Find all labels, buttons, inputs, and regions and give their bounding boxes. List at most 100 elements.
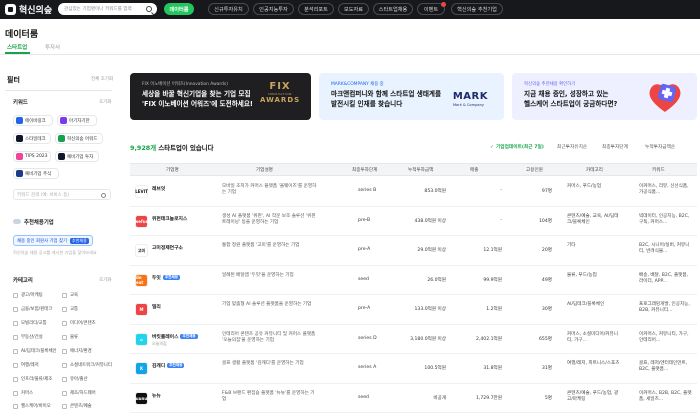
banner-fix-awards[interactable]: FIX 이노베이션 어워즈(Innovation Awards) 세상을 바꿀 … xyxy=(130,73,311,120)
category-reset-button[interactable]: 초기화 xyxy=(99,277,111,283)
col-employees[interactable]: 고용인원 xyxy=(526,167,543,173)
checkbox[interactable] xyxy=(62,403,67,409)
keyword-chip[interactable]: 예비기업 투자 xyxy=(55,151,99,162)
nav-new-investment[interactable]: 신규투자유치 xyxy=(208,3,249,15)
keyword-chip[interactable]: 혁신의숲 어워드 xyxy=(55,133,103,144)
company-name[interactable]: 위펀테크놀로지스 xyxy=(152,215,187,222)
checkbox[interactable] xyxy=(13,320,18,326)
table-row[interactable]: 고미 고미정제연구소 통합 정원 플랫폼 '고미'를 운영하는 기업 pre-A 29.… xyxy=(130,236,697,266)
table-row[interactable]: K 김캐디 추천채용 골프 생활 플랫폼 '김캐디'를 운영하는 기업 series A… xyxy=(130,354,697,384)
category-checkbox[interactable]: 물류 xyxy=(62,334,78,340)
checkbox[interactable] xyxy=(62,334,67,340)
checkbox[interactable] xyxy=(62,320,67,326)
checkbox[interactable] xyxy=(13,292,18,298)
keyword-chip[interactable]: 스타일테크 xyxy=(13,133,51,144)
checkbox[interactable] xyxy=(13,334,18,340)
category-checkbox[interactable]: 미디어/콘텐츠 xyxy=(62,320,96,326)
banner-mark-company[interactable]: MARK&COMPANY 채용 중 마크앤컴퍼니와 함께 스타트업 생태계를 발… xyxy=(319,73,504,120)
category-checkbox[interactable]: 콘텐츠/예술 xyxy=(62,403,92,409)
table-row[interactable]: ⌂ 버킷플레이스 추천채용 오늘의집 인테리어 콘텐츠 공유 커뮤니티 및 커머스 플랫… xyxy=(130,325,697,354)
checkbox[interactable] xyxy=(13,376,18,382)
filter-reset-all-button[interactable]: 전체 초기화 xyxy=(91,76,113,82)
checkbox[interactable] xyxy=(62,292,67,298)
nav-event[interactable]: 이벤트 xyxy=(417,2,446,15)
sort-recent-investment[interactable]: 최근투자유치순 xyxy=(557,144,587,150)
search-icon[interactable] xyxy=(146,6,152,12)
company-logo[interactable]: K xyxy=(135,362,148,375)
company-logo[interactable]: wefun xyxy=(134,214,149,228)
sort-recent-update[interactable]: ✓ 기업업데이트(최근 7일) xyxy=(490,144,544,150)
keyword-reset-button[interactable]: 초기화 xyxy=(99,99,111,105)
category-checkbox[interactable]: 커머스 xyxy=(13,390,33,396)
col-stage[interactable]: 최종투자단계 xyxy=(352,167,377,173)
col-company[interactable]: 기업명 xyxy=(166,167,179,173)
tab-investor[interactable]: 투자사 xyxy=(45,43,60,51)
category-checkbox[interactable]: 부동산/건설 xyxy=(13,334,43,340)
company-name[interactable]: 뉴뉴 xyxy=(152,392,161,399)
checkbox[interactable] xyxy=(13,362,18,368)
keyword-chip[interactable]: 아기자기한 xyxy=(57,115,97,126)
checkbox[interactable] xyxy=(13,403,18,409)
category-checkbox[interactable]: 여행/레저 xyxy=(13,362,39,368)
checkbox[interactable] xyxy=(62,390,67,396)
nav-recommended[interactable]: 혁신의숲 추천기업 xyxy=(451,3,503,15)
company-logo[interactable]: ⌂ xyxy=(135,332,148,346)
category-checkbox[interactable]: 금융/보험/핀테크 xyxy=(13,306,52,312)
company-logo-text: wefun xyxy=(134,218,149,224)
table-row[interactable]: M 밀리 기업 맞춤형 AI 솔루션 플랫폼을 운영하는 기업 pre-A 133.0억… xyxy=(130,295,697,325)
category-checkbox[interactable]: 교육 xyxy=(62,292,78,298)
sort-final-stage[interactable]: 최종투자단계 xyxy=(602,144,628,150)
recommend-hiring-chip[interactable]: 채용 중인 회원사 기업 찾기 추천채용 xyxy=(13,235,93,246)
category-checkbox[interactable]: AI/딥테크/블록체인 xyxy=(13,348,57,354)
company-logo[interactable]: LEVIT xyxy=(135,185,148,198)
table-row[interactable]: wefun 위펀테크놀로지스 생성 AI 플랫폼 '위펀', AI 작문 보조 솔루… xyxy=(130,207,697,236)
col-investment[interactable]: 누적투자금액 xyxy=(408,167,433,173)
nav-dataroom[interactable]: 데이터룸 xyxy=(164,3,194,15)
category-checkbox[interactable]: 광고/마케팅 xyxy=(13,292,43,298)
checkbox[interactable] xyxy=(13,390,18,396)
category-checkbox[interactable]: 제조/하드웨어 xyxy=(62,390,96,396)
checkbox[interactable] xyxy=(13,348,18,354)
nav-report[interactable]: 분석리포트 xyxy=(298,3,334,15)
nav-hiring[interactable]: 스타트업채용 xyxy=(373,3,413,15)
company-name[interactable]: 레브잇 xyxy=(152,185,165,192)
table-row[interactable]: LEVIT 레브잇 모바일 초저가 커머스 플랫폼 '올웨이즈'를 운영하는 기업 s… xyxy=(130,177,697,207)
category-checkbox[interactable]: 인프라/물류/제조 xyxy=(13,376,52,382)
keyword-chip[interactable]: TIPS 2023 xyxy=(13,151,51,162)
search-icon[interactable] xyxy=(101,193,106,198)
category-checkbox[interactable]: 소셜네트워크/커뮤니티 xyxy=(62,362,112,368)
company-name[interactable]: 고미정제연구소 xyxy=(152,244,183,251)
company-logo[interactable]: 고미 xyxy=(135,244,148,257)
category-checkbox[interactable]: 유아/출산 xyxy=(62,376,88,382)
checkbox[interactable] xyxy=(62,376,67,382)
sort-total-investment[interactable]: 누적투자금액순 xyxy=(645,144,675,150)
company-logo[interactable]: do eat xyxy=(135,273,148,287)
nav-press[interactable]: 보도자료 xyxy=(338,3,369,15)
checkbox[interactable] xyxy=(62,348,67,354)
company-name[interactable]: 김캐디 추천채용 xyxy=(152,362,185,369)
category-checkbox[interactable]: 헬스케어/바이오 xyxy=(13,403,51,409)
category-checkbox[interactable]: 모빌리티/교통 xyxy=(13,320,47,326)
table-row[interactable]: nuunuu 뉴뉴 F&B 브랜드 편집숍 플랫폼 '뉴뉴'를 운영하는 기업 see… xyxy=(130,384,697,413)
company-logo[interactable]: nuunuu xyxy=(133,391,150,405)
company-name[interactable]: 버킷플레이스 추천채용 xyxy=(152,333,198,340)
category-checkbox[interactable]: 교통 xyxy=(62,306,78,312)
checkbox[interactable] xyxy=(13,306,18,312)
company-logo[interactable]: M xyxy=(135,303,148,316)
nav-ai-investment[interactable]: 인공지능투자 xyxy=(253,3,294,15)
col-sales[interactable]: 매출 xyxy=(470,167,478,173)
keyword-search-input[interactable]: 키워드 검색 (예: 서비스 등) xyxy=(13,189,111,200)
recommend-toggle-icon[interactable] xyxy=(13,219,21,224)
company-name[interactable]: 두잇 추천채용 xyxy=(152,274,181,281)
keyword-chip[interactable]: 에이비링크 xyxy=(13,115,53,126)
banner-healthcare[interactable]: 혁신의숲 추천채용 확인하기 지금 채용 중인, 성장하고 있는 헬스케어 스타… xyxy=(512,73,697,120)
table-row[interactable]: do eat 두잇 추천채용 일례된 배달앱 '두잇'을 운영하는 기업 seed 26.… xyxy=(130,266,697,295)
checkbox[interactable] xyxy=(62,362,67,368)
tab-startup[interactable]: 스타트업 xyxy=(7,43,27,51)
category-checkbox[interactable]: 에너지/환경 xyxy=(62,348,92,354)
keyword-chip[interactable]: 예비기업 주식 xyxy=(13,168,59,179)
global-search-input[interactable]: 관심있는 기업명이나 키워드를 입력 xyxy=(58,3,157,15)
logo[interactable]: 혁신의숲 xyxy=(5,3,52,16)
company-name[interactable]: 밀리 xyxy=(152,303,161,310)
checkbox[interactable] xyxy=(62,306,67,312)
